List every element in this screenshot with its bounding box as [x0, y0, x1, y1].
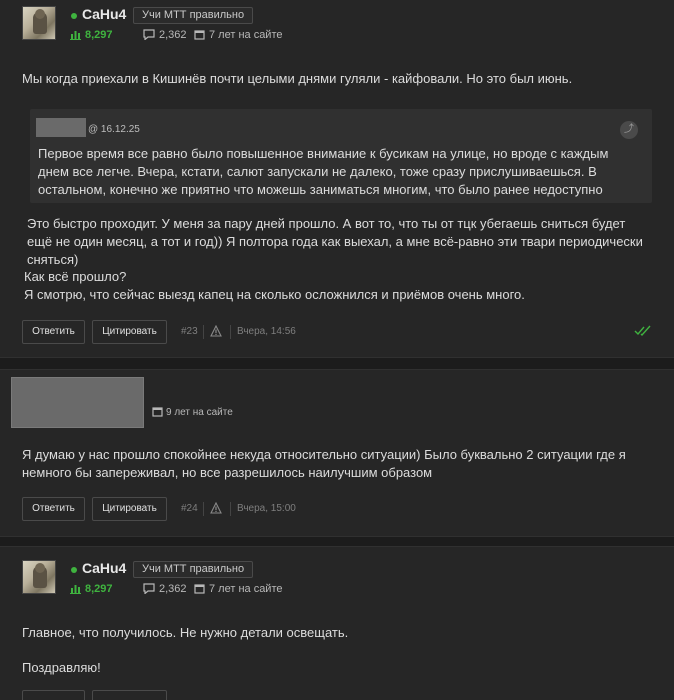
- on-site-value: 7 лет на сайте: [209, 29, 283, 41]
- avatar[interactable]: [22, 560, 56, 594]
- reputation-value: 8,297: [85, 583, 113, 595]
- messages-icon: [143, 29, 155, 40]
- divider: [203, 325, 204, 339]
- divider: [203, 502, 204, 516]
- messages-value: 2,362: [159, 583, 187, 595]
- messages-value: 2,362: [159, 29, 187, 41]
- calendar-icon: [194, 30, 205, 40]
- on-site-value: 7 лет на сайте: [209, 583, 283, 595]
- on-site-stat: 7 лет на сайте: [194, 29, 282, 41]
- post-text: Это быстро проходит. У меня за пару дней…: [27, 216, 643, 267]
- reputation-icon: [70, 31, 81, 40]
- post-actions: [22, 690, 222, 700]
- quote-button[interactable]: [92, 690, 167, 700]
- post-actions: Ответить Цитировать #23 Вчера, 14:56: [22, 320, 652, 344]
- post-number[interactable]: #23: [181, 326, 198, 337]
- on-site-stat: 9 лет на сайте: [152, 406, 233, 418]
- warning-icon[interactable]: [210, 502, 222, 514]
- quote-text: Первое время все равно было повышенное в…: [38, 146, 609, 197]
- calendar-icon: [152, 407, 163, 417]
- reputation-stat: 8,297: [70, 583, 113, 595]
- avatar-hidden: [11, 377, 144, 428]
- messages-icon: [143, 583, 155, 594]
- user-title-badge: Учи МТТ правильно: [133, 7, 254, 24]
- reply-button[interactable]: Ответить: [22, 497, 85, 521]
- reply-button[interactable]: [22, 690, 85, 700]
- messages-stat: 2,362: [143, 583, 187, 595]
- quote-block: @ 16.12.25 ⤴ Первое время все равно было…: [30, 109, 652, 203]
- username[interactable]: CaHu4: [82, 6, 126, 22]
- post-number[interactable]: #24: [181, 503, 198, 514]
- on-site-stat: 7 лет на сайте: [194, 583, 282, 595]
- post-text: Я смотрю, что сейчас выезд капец на скол…: [24, 287, 525, 302]
- user-title-badge: Учи МТТ правильно: [133, 561, 254, 578]
- online-indicator: [71, 13, 77, 19]
- divider: [230, 325, 231, 339]
- quote-date: @ 16.12.25: [88, 124, 140, 135]
- post: 9 лет на сайте Я думаю у нас прошло спок…: [0, 369, 674, 537]
- reply-button[interactable]: Ответить: [22, 320, 85, 344]
- post: CaHu4 Учи МТТ правильно 8,297 2,362 7 ле…: [0, 0, 674, 358]
- username[interactable]: CaHu4: [82, 560, 126, 576]
- post-actions: Ответить Цитировать #24 Вчера, 15:00: [22, 497, 422, 521]
- warning-icon[interactable]: [210, 325, 222, 337]
- divider: [230, 502, 231, 516]
- reputation-stat: 8,297: [70, 29, 113, 41]
- read-check-icon: [634, 325, 651, 337]
- reputation-icon: [70, 585, 81, 594]
- on-site-value: 9 лет на сайте: [166, 407, 233, 418]
- quote-button[interactable]: Цитировать: [92, 497, 167, 521]
- post-text: Как всё прошло?: [24, 269, 127, 284]
- post-time: Вчера, 15:00: [237, 503, 296, 514]
- messages-stat: 2,362: [143, 29, 187, 41]
- post-text: Мы когда приехали в Кишинёв почти целыми…: [22, 71, 573, 86]
- post-text: Поздравляю!: [22, 660, 101, 675]
- post: CaHu4 Учи МТТ правильно 8,297 2,362 7 ле…: [0, 546, 674, 700]
- reputation-value: 8,297: [85, 29, 113, 41]
- quote-button[interactable]: Цитировать: [92, 320, 167, 344]
- post-time: Вчера, 14:56: [237, 326, 296, 337]
- post-text: Я думаю у нас прошло спокойнее некуда от…: [22, 447, 626, 480]
- online-indicator: [71, 567, 77, 573]
- calendar-icon: [194, 584, 205, 594]
- avatar[interactable]: [22, 6, 56, 40]
- quote-author-hidden: [36, 118, 86, 137]
- post-text: Главное, что получилось. Не нужно детали…: [22, 625, 349, 640]
- quote-jump-icon[interactable]: ⤴: [620, 121, 638, 139]
